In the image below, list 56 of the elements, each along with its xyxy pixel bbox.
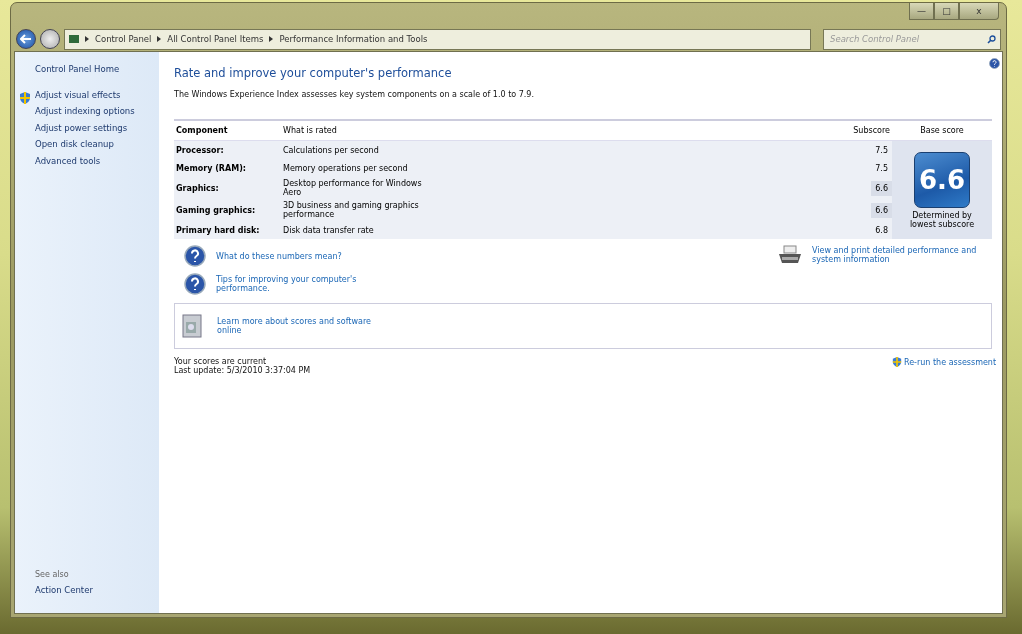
subscore: 7.5 bbox=[874, 144, 889, 157]
sidebar-link[interactable]: Open disk cleanup bbox=[35, 139, 114, 156]
sidebar-link[interactable]: Control Panel Home bbox=[35, 64, 159, 81]
last-update-text: Last update: 5/3/2010 3:37:04 PM bbox=[174, 366, 311, 375]
close-button[interactable]: x bbox=[959, 3, 999, 20]
table-cell: Desktop performance for Windows Aero bbox=[281, 177, 832, 199]
sidebar-link[interactable]: Adjust power settings bbox=[35, 122, 128, 139]
software-box-icon bbox=[181, 313, 205, 339]
learn-more-link[interactable]: Learn more about scores and software online bbox=[217, 317, 382, 335]
help-icon bbox=[184, 245, 206, 267]
table-cell: Graphics: bbox=[174, 177, 281, 199]
chevron-icon bbox=[85, 36, 89, 42]
base-score-badge: 6.6 bbox=[914, 151, 970, 208]
subscore: 7.5 bbox=[874, 162, 889, 175]
minimize-button[interactable]: — bbox=[909, 3, 934, 20]
chevron-icon bbox=[157, 36, 162, 42]
help-icon bbox=[184, 273, 206, 295]
help-link[interactable]: What do these numbers mean? bbox=[216, 251, 381, 261]
table-cell: Memory (RAM): bbox=[174, 159, 281, 177]
maximize-button[interactable]: □ bbox=[934, 3, 959, 20]
chevron-icon bbox=[269, 36, 274, 42]
sidebar-link[interactable]: Adjust visual effects bbox=[35, 89, 121, 106]
breadcrumb[interactable]: Performance Information and Tools bbox=[279, 34, 428, 44]
table-cell: Calculations per second bbox=[281, 141, 832, 159]
subscore: 6.8 bbox=[874, 224, 889, 237]
help-icon bbox=[989, 58, 1000, 69]
search-box[interactable]: Search Control Panel bbox=[823, 28, 1001, 50]
sidebar-link[interactable]: Action Center bbox=[35, 584, 159, 601]
table-cell: 3D business and gaming graphics performance bbox=[281, 199, 832, 221]
status-text: Your scores are current bbox=[174, 357, 268, 366]
back-button[interactable] bbox=[16, 29, 36, 49]
shield-icon bbox=[892, 357, 902, 367]
table-cell: Gaming graphics: bbox=[174, 199, 281, 221]
control-panel-icon bbox=[69, 35, 79, 43]
back-arrow-icon bbox=[20, 34, 32, 44]
sidebar-link[interactable]: Adjust indexing options bbox=[35, 106, 135, 123]
help-link[interactable]: Tips for improving your computer's performance. bbox=[216, 275, 381, 293]
table-cell: Primary hard disk: bbox=[174, 221, 281, 239]
breadcrumb[interactable]: All Control Panel Items bbox=[167, 34, 264, 44]
subscore: 6.6 bbox=[871, 180, 892, 196]
see-also-heading: See also bbox=[35, 569, 70, 579]
table-cell: Memory operations per second bbox=[281, 159, 832, 177]
table-cell: Disk data transfer rate bbox=[281, 221, 832, 239]
subscore: 6.6 bbox=[871, 202, 892, 218]
breadcrumb[interactable]: Control Panel bbox=[95, 34, 152, 44]
search-icon bbox=[987, 34, 996, 44]
address-bar[interactable]: Control Panel All Control Panel Items Performance Information and Tools bbox=[64, 28, 811, 50]
search-field[interactable]: Search Control Panel bbox=[828, 33, 987, 45]
page-title: Rate and improve your computer's performance bbox=[174, 66, 453, 80]
print-details-link[interactable]: View and print detailed performance and system information bbox=[812, 246, 992, 264]
intro-text: The Windows Experience Index assesses key system components on a scale of 1.0 to 7.9. bbox=[174, 90, 535, 99]
base-score-caption: Determined by lowest subscore bbox=[908, 210, 976, 229]
forward-button[interactable] bbox=[40, 29, 60, 49]
sidebar-link[interactable]: Advanced tools bbox=[35, 155, 101, 172]
table-cell: Processor: bbox=[174, 141, 281, 159]
printer-icon bbox=[778, 245, 802, 265]
